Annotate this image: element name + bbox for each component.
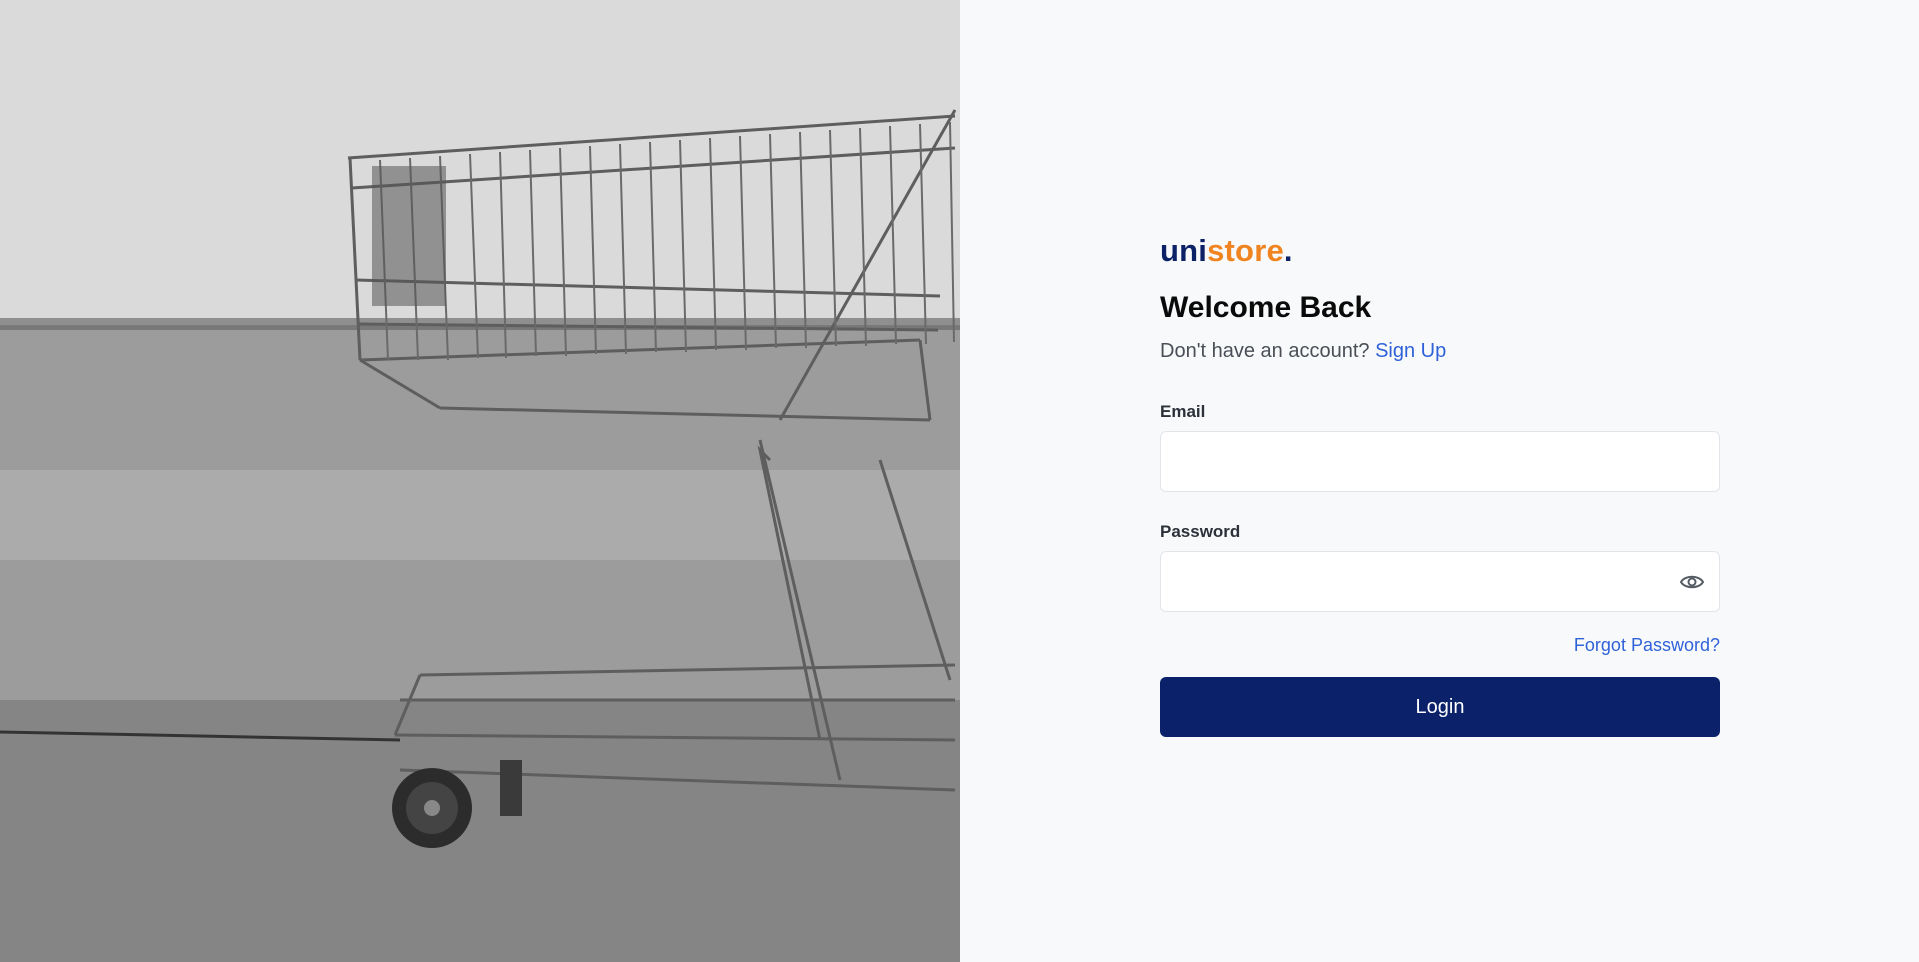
brand-logo-part-store: store <box>1207 233 1284 268</box>
brand-logo-part-uni: uni <box>1160 233 1208 268</box>
password-field[interactable] <box>1161 552 1719 611</box>
signup-link[interactable]: Sign Up <box>1375 340 1446 362</box>
hero-image <box>0 0 960 962</box>
email-field-wrapper <box>1160 431 1720 492</box>
login-form: unistore. Welcome Back Don't have an acc… <box>1160 232 1720 737</box>
eye-icon[interactable] <box>1679 570 1705 594</box>
password-field-wrapper <box>1160 551 1720 612</box>
shopping-cart-illustration <box>0 0 960 962</box>
login-panel: unistore. Welcome Back Don't have an acc… <box>960 0 1919 962</box>
brand-logo[interactable]: unistore. <box>1160 232 1720 270</box>
signup-prompt-text: Don't have an account? <box>1160 340 1370 362</box>
signup-prompt: Don't have an account? Sign Up <box>1160 338 1720 364</box>
page-title: Welcome Back <box>1160 291 1372 324</box>
email-field[interactable] <box>1161 432 1719 491</box>
brand-logo-dot: . <box>1283 233 1293 268</box>
forgot-password-row: Forgot Password? <box>1160 634 1720 656</box>
email-label: Email <box>1160 402 1206 421</box>
forgot-password-link[interactable]: Forgot Password? <box>1574 635 1720 655</box>
login-button[interactable]: Login <box>1160 677 1720 737</box>
login-page: unistore. Welcome Back Don't have an acc… <box>0 0 1919 962</box>
password-label: Password <box>1160 522 1241 541</box>
